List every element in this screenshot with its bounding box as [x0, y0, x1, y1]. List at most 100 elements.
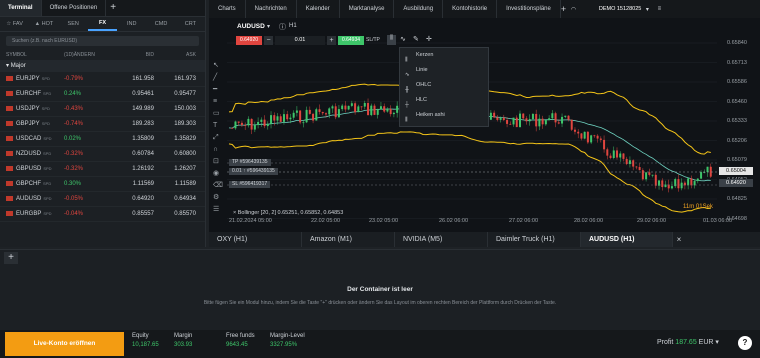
chart-symbol[interactable]: AUDUSD: [237, 23, 265, 30]
pointer-icon[interactable]: ↖: [213, 60, 223, 72]
ask-cell[interactable]: 189.303: [154, 117, 196, 131]
tab-cmd[interactable]: CMD: [146, 21, 175, 27]
add-tab-button[interactable]: +: [106, 0, 120, 16]
chart-type-icon[interactable]: ⫼: [387, 35, 396, 45]
symbol-search-input[interactable]: Suchen (z.B. nach EURUSD): [6, 36, 199, 46]
bid-cell[interactable]: 1.35809: [114, 132, 154, 146]
trash-icon[interactable]: ⌫: [213, 180, 223, 192]
bid-cell[interactable]: 149.989: [114, 102, 154, 116]
col-bid[interactable]: BID: [114, 50, 154, 60]
tab-hot[interactable]: ▲ HOT: [29, 21, 58, 27]
tab-sen[interactable]: SEN: [59, 21, 88, 27]
hline-tool-icon[interactable]: ━: [213, 84, 223, 96]
symbol-row[interactable]: GBPUSD SPD -0.32% 1.26192 1.26207: [0, 162, 205, 177]
col-change[interactable]: (1D)ÄNDERN: [64, 50, 114, 60]
ask-cell[interactable]: 161.973: [154, 72, 196, 86]
text-tool-icon[interactable]: T: [213, 120, 223, 132]
close-icon[interactable]: ×: [673, 232, 685, 247]
eye-icon[interactable]: ◉: [213, 168, 223, 180]
layers-icon[interactable]: ☰: [213, 204, 223, 216]
settings-icon[interactable]: ⚙: [213, 192, 223, 204]
menu-account-history[interactable]: Kontohistorie: [443, 0, 498, 18]
chart-type-hlc[interactable]: ┼ HLC: [400, 93, 488, 108]
symbol-row[interactable]: EURCHF SPD 0.24% 0.95461 0.95477: [0, 87, 205, 102]
chart-tab-amazon[interactable]: Amazon (M1): [302, 232, 395, 247]
volume-decrease[interactable]: −: [264, 36, 273, 45]
magnet-icon[interactable]: ∩: [213, 144, 223, 156]
ask-cell[interactable]: 0.85570: [154, 207, 196, 221]
close-icon[interactable]: ×: [233, 210, 236, 216]
chevron-down-icon[interactable]: ▾: [715, 339, 719, 346]
menu-icon[interactable]: ≡: [653, 6, 665, 12]
ask-cell[interactable]: 150.003: [154, 102, 196, 116]
symbol-row[interactable]: USDCAD SPD 0.02% 1.35809 1.35829: [0, 132, 205, 147]
menu-calendar[interactable]: Kalender: [297, 0, 340, 18]
symbol-row[interactable]: NZDUSD SPD -0.32% 0.60784 0.60800: [0, 147, 205, 162]
drawing-icon[interactable]: ✎: [413, 35, 419, 43]
crosshair-icon[interactable]: ✛: [426, 35, 432, 43]
bid-cell[interactable]: 1.26192: [114, 162, 154, 176]
symbol-row[interactable]: GBPJPY SPD -0.74% 189.283 189.303: [0, 117, 205, 132]
tab-terminal[interactable]: Terminal: [0, 0, 42, 16]
chart-type-candles[interactable]: ⫼ Kerzen: [400, 48, 488, 63]
tab-ind[interactable]: IND: [117, 21, 146, 27]
add-module-button[interactable]: +: [4, 252, 18, 264]
line-tool-icon[interactable]: ╱: [213, 72, 223, 84]
indicators-icon[interactable]: ∿: [400, 35, 406, 43]
open-live-account-button[interactable]: Live-Konto eröffnen: [5, 332, 124, 356]
help-button[interactable]: ?: [738, 336, 752, 350]
menu-investment-plans[interactable]: Investitionspläne: [497, 0, 561, 18]
tab-open-positions[interactable]: Offene Positionen: [42, 0, 107, 16]
chevron-down-icon[interactable]: ▾: [267, 23, 270, 30]
chart-tab-oxy[interactable]: OXY (H1): [209, 232, 302, 247]
menu-news[interactable]: Nachrichten: [246, 0, 297, 18]
col-symbol[interactable]: SYMBOL: [6, 50, 64, 60]
volume-increase[interactable]: +: [327, 36, 336, 45]
lock-icon[interactable]: ⊡: [213, 156, 223, 168]
ask-cell[interactable]: 1.11589: [154, 177, 196, 191]
chart-type-heiken-ashi[interactable]: ⫼ Heiken ashi: [400, 108, 488, 123]
bid-cell[interactable]: 0.64920: [114, 192, 154, 206]
symbol-row[interactable]: AUDUSD SPD -0.05% 0.64920 0.64934: [0, 192, 205, 207]
menu-charts[interactable]: Charts: [209, 0, 246, 18]
ask-cell[interactable]: 0.64934: [154, 192, 196, 206]
sl-tag[interactable]: SL #596419317: [229, 181, 271, 188]
add-menu-button[interactable]: +: [561, 4, 571, 14]
chevron-down-icon[interactable]: ▾: [641, 6, 653, 13]
tp-tag[interactable]: TP #596439135: [229, 159, 271, 166]
measure-icon[interactable]: ⤢: [213, 132, 223, 144]
group-header-major[interactable]: ▾ Major: [0, 60, 205, 72]
ask-cell[interactable]: 0.60800: [154, 147, 196, 161]
chart-tab-daimler[interactable]: Daimler Truck (H1): [488, 232, 581, 247]
ask-cell[interactable]: 0.95477: [154, 87, 196, 101]
timeframe-selector[interactable]: H1: [289, 23, 297, 29]
chart-tab-nvidia[interactable]: NVIDIA (M5): [395, 232, 488, 247]
volume-input[interactable]: 0.01: [275, 36, 325, 45]
chart-type-line[interactable]: ∿ Linie: [400, 63, 488, 78]
ask-cell[interactable]: 1.26207: [154, 162, 196, 176]
bid-cell[interactable]: 161.958: [114, 72, 154, 86]
tab-crt[interactable]: CRT: [176, 21, 205, 27]
tab-fav[interactable]: ☆ FAV: [0, 21, 29, 27]
symbol-row[interactable]: USDJPY SPD -0.43% 149.989 150.003: [0, 102, 205, 117]
symbol-row[interactable]: GBPCHF SPD 0.30% 1.11569 1.11589: [0, 177, 205, 192]
menu-market-analysis[interactable]: Marktanalyse: [340, 0, 395, 18]
ask-cell[interactable]: 1.35829: [154, 132, 196, 146]
bid-cell[interactable]: 0.60784: [114, 147, 154, 161]
col-ask[interactable]: ASK: [154, 50, 196, 60]
symbol-row[interactable]: EURJPY SPD -0.79% 161.958 161.973: [0, 72, 205, 87]
indicator-legend[interactable]: × Bollinger [20, 2] 0.65251, 0.65852, 0.…: [233, 210, 343, 216]
chart-type-ohlc[interactable]: ╫ OHLC: [400, 78, 488, 93]
chart-tab-audusd[interactable]: AUDUSD (H1): [581, 232, 673, 247]
bid-cell[interactable]: 189.283: [114, 117, 154, 131]
account-id[interactable]: DEMO 15128025: [599, 6, 642, 12]
buy-button[interactable]: 0.64934: [338, 36, 364, 45]
shape-tool-icon[interactable]: ▭: [213, 108, 223, 120]
fib-tool-icon[interactable]: ≡: [213, 96, 223, 108]
bid-cell[interactable]: 0.85557: [114, 207, 154, 221]
bid-cell[interactable]: 0.95461: [114, 87, 154, 101]
position-tag[interactable]: 0.01 ↑ #596439135: [229, 168, 278, 175]
sell-button[interactable]: 0.64920: [236, 36, 262, 45]
symbol-row[interactable]: EURGBP SPD -0.04% 0.85557 0.85570: [0, 207, 205, 222]
tab-fx[interactable]: FX: [87, 17, 118, 31]
